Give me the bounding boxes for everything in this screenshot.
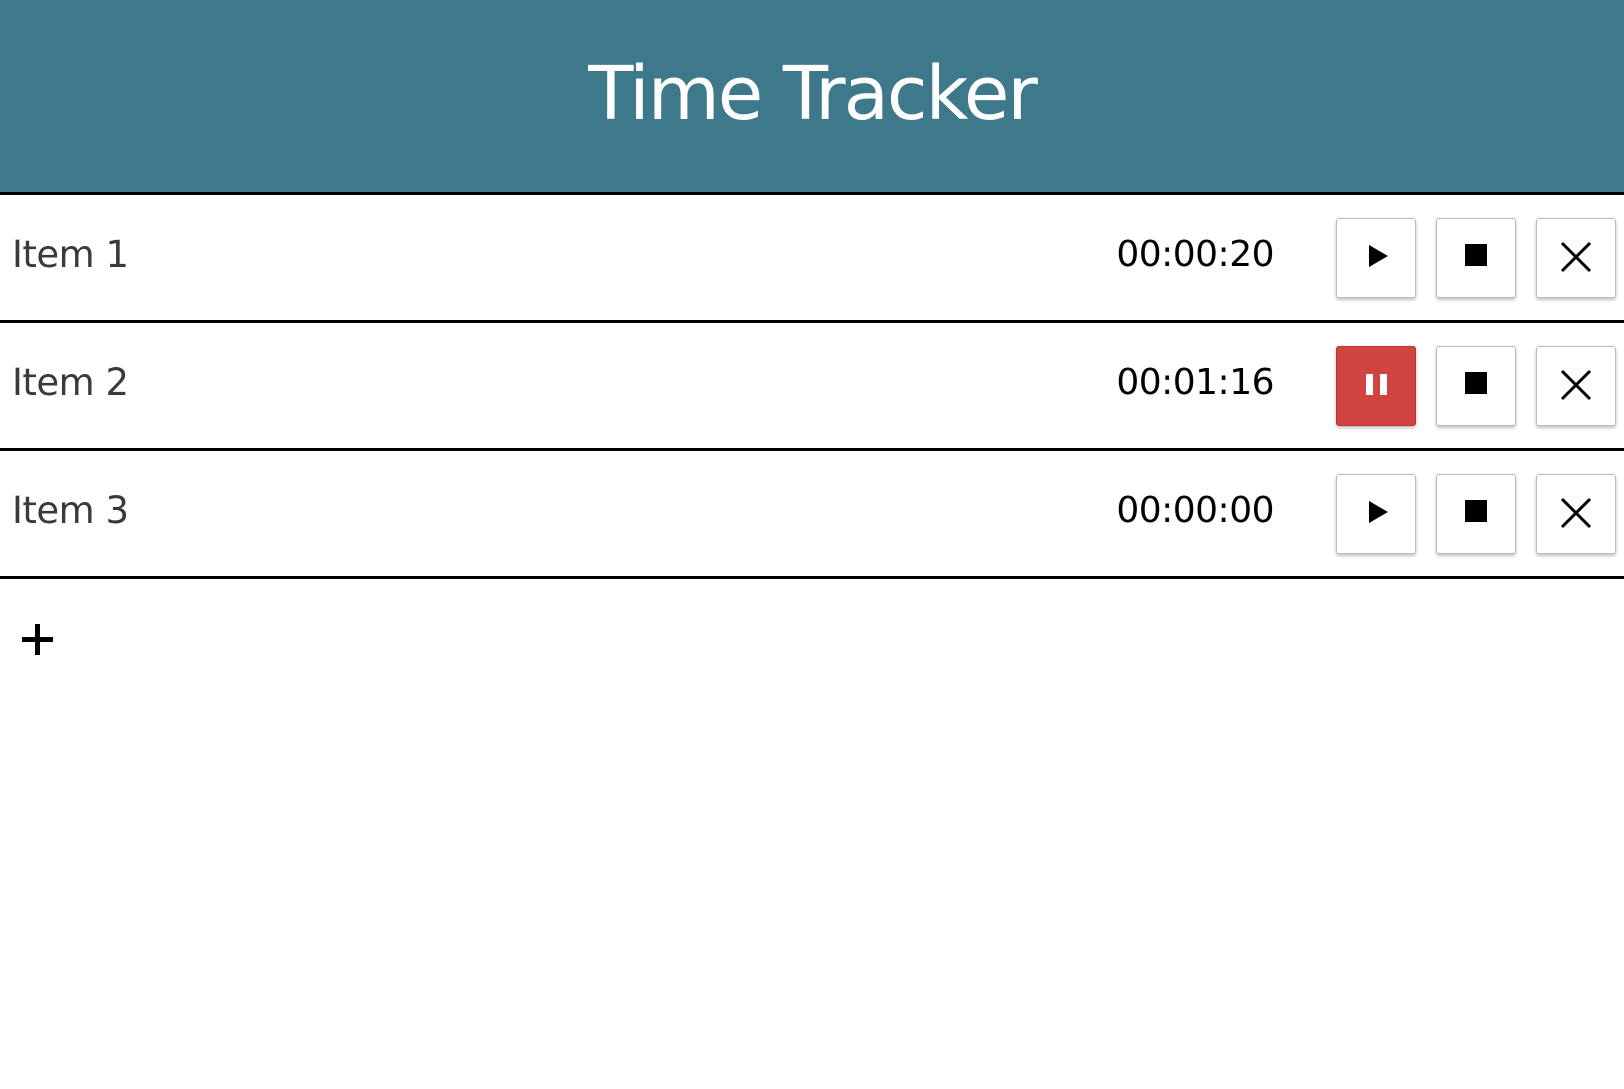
remove-button[interactable] [1536,218,1616,298]
timer-elapsed: 00:01:16 [1116,362,1274,403]
timer-row: Item 2 00:01:16 [0,323,1624,451]
timer-row: Item 1 00:00:20 [0,195,1624,323]
remove-button[interactable] [1536,346,1616,426]
stop-icon [1465,244,1487,266]
stop-button[interactable] [1436,346,1516,426]
play-button[interactable] [1336,218,1416,298]
stop-icon [1465,500,1487,522]
timer-name: Item 1 [12,233,129,276]
play-icon [1368,501,1388,523]
stop-button[interactable] [1436,474,1516,554]
close-icon [1560,241,1592,273]
timer-elapsed: 00:00:00 [1116,490,1274,531]
remove-button[interactable] [1536,474,1616,554]
close-icon [1560,369,1592,401]
timer-name: Item 3 [12,489,129,532]
play-icon [1368,245,1388,267]
app-header: Time Tracker [0,0,1624,195]
play-button[interactable] [1336,474,1416,554]
stop-button[interactable] [1436,218,1516,298]
timer-name: Item 2 [12,361,129,404]
timer-row: Item 3 00:00:00 [0,451,1624,579]
add-timer-button[interactable] [18,620,58,660]
timer-elapsed: 00:00:20 [1116,234,1274,275]
page-title: Time Tracker [588,51,1038,137]
pause-icon [1365,373,1387,395]
stop-icon [1465,372,1487,394]
pause-button[interactable] [1336,346,1416,426]
close-icon [1560,497,1592,529]
timer-list: Item 1 00:00:20 Item 2 00:01:16 Item 3 0… [0,195,1624,579]
